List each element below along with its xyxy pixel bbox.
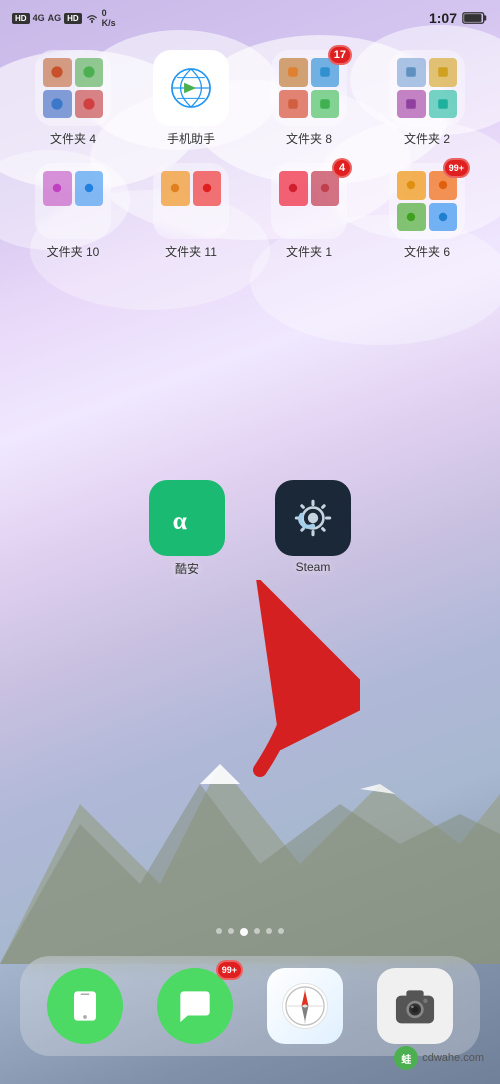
status-left: HD 4G AG HD 0K/s [12, 8, 116, 28]
signal-ag: AG [48, 13, 62, 23]
dock-camera[interactable] [377, 968, 453, 1044]
arrow-svg [200, 580, 360, 780]
dot-2 [228, 928, 234, 934]
safari-icon [267, 968, 343, 1044]
svg-text:α: α [173, 506, 188, 535]
folder4-icon [35, 50, 111, 126]
shouji-icon [153, 50, 229, 126]
watermark-site: cdwahe.com [422, 1052, 484, 1064]
folder4-icon-wrap [35, 50, 111, 126]
app-folder6[interactable]: 99+ 文件夹 6 [372, 163, 482, 260]
page-dots [0, 928, 500, 936]
app-kuan[interactable]: α 酷安 [149, 480, 225, 577]
battery-icon [462, 11, 488, 25]
watermark-icon: 蛙 [394, 1046, 418, 1070]
folder6-badge: 99+ [443, 158, 470, 178]
camera-svg [389, 980, 441, 1032]
folder10-icon [35, 163, 111, 239]
folder10-label: 文件夹 10 [47, 243, 100, 260]
hd-badge-2: HD [64, 13, 82, 24]
folder1-icon-wrap: 4 [271, 163, 347, 239]
dot-4 [254, 928, 260, 934]
kuan-icon-wrap: α [149, 480, 225, 556]
app-steam[interactable]: Steam [275, 480, 351, 577]
shouji-label: 手机助手 [167, 130, 215, 147]
arrow-indicator [200, 580, 360, 785]
kuan-icon: α [149, 480, 225, 556]
dock-message[interactable]: 99+ [157, 968, 233, 1044]
folder6-label: 文件夹 6 [404, 243, 450, 260]
folder8-badge: 17 [328, 45, 352, 65]
app-folder1[interactable]: 4 文件夹 1 [254, 163, 364, 260]
middle-apps-row: α 酷安 [0, 480, 500, 577]
app-folder10[interactable]: 文件夹 10 [18, 163, 128, 260]
folder6-icon-wrap: 99+ [389, 163, 465, 239]
signal-4g: 4G [33, 13, 45, 23]
watermark: 蛙 cdwahe.com [394, 1046, 484, 1070]
shouji-icon-wrap [153, 50, 229, 126]
status-bar: HD 4G AG HD 0K/s 1:07 [0, 0, 500, 36]
folder8-icon-wrap: 17 [271, 50, 347, 126]
folder2-icon-wrap [389, 50, 465, 126]
steam-icon-wrap [275, 480, 351, 556]
dot-5 [266, 928, 272, 934]
folder2-label: 文件夹 2 [404, 130, 450, 147]
safari-svg [279, 980, 331, 1032]
app-folder2[interactable]: 文件夹 2 [372, 50, 482, 147]
steam-logo [287, 492, 339, 544]
folder1-label: 文件夹 1 [286, 243, 332, 260]
wifi-icon [85, 12, 99, 24]
steam-label: Steam [296, 560, 331, 574]
app-folder4[interactable]: 文件夹 4 [18, 50, 128, 147]
hd-badge-1: HD [12, 13, 30, 24]
folder11-icon-wrap [153, 163, 229, 239]
folder8-label: 文件夹 8 [286, 130, 332, 147]
app-folder11[interactable]: 文件夹 11 [136, 163, 246, 260]
time-display: 1:07 [429, 10, 457, 26]
dot-1 [216, 928, 222, 934]
app-folder8[interactable]: 17 文件夹 8 [254, 50, 364, 147]
kuan-logo: α [163, 494, 211, 542]
dock-safari[interactable] [267, 968, 343, 1044]
app-grid: 文件夹 4 手机 [0, 40, 500, 270]
phone-svg [63, 984, 107, 1028]
kuan-label: 酷安 [175, 560, 199, 577]
watermark-frog: 蛙 [401, 1051, 411, 1066]
app-shouji[interactable]: 手机助手 [136, 50, 246, 147]
dock: 99+ [20, 956, 480, 1056]
folder11-icon [153, 163, 229, 239]
folder4-label: 文件夹 4 [50, 130, 96, 147]
folder10-icon-wrap [35, 163, 111, 239]
phone-assistant-icon [165, 62, 217, 114]
network-speed: 0K/s [102, 8, 116, 28]
home-screen: HD 4G AG HD 0K/s 1:07 [0, 0, 500, 1084]
status-right: 1:07 [429, 10, 488, 26]
folder1-badge: 4 [332, 158, 352, 178]
dock-phone[interactable] [47, 968, 123, 1044]
dot-3-active [240, 928, 248, 936]
folder11-label: 文件夹 11 [165, 243, 217, 260]
folder2-icon [389, 50, 465, 126]
dot-6 [278, 928, 284, 934]
message-badge: 99+ [216, 960, 243, 980]
phone-icon [47, 968, 123, 1044]
camera-icon [377, 968, 453, 1044]
message-svg [173, 984, 217, 1028]
steam-icon [275, 480, 351, 556]
